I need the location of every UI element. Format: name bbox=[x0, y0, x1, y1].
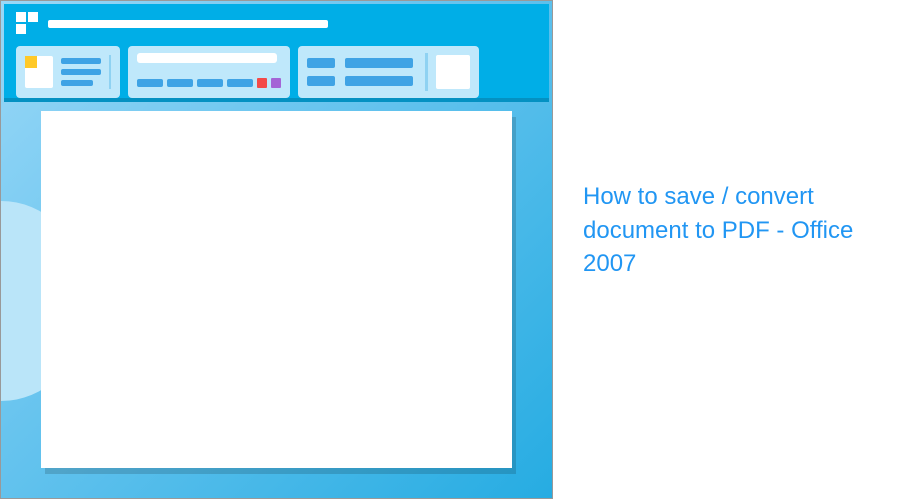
font-selector bbox=[137, 53, 277, 63]
ribbon-group-paragraph[interactable] bbox=[298, 46, 479, 98]
office-window-illustration bbox=[0, 0, 553, 499]
font-color-red-icon bbox=[257, 78, 267, 88]
office-start-button-icon[interactable] bbox=[16, 12, 40, 36]
article-text-column: How to save / convert document to PDF - … bbox=[553, 0, 915, 501]
window-title-placeholder bbox=[48, 20, 328, 28]
paragraph-dialog-icon bbox=[436, 55, 470, 89]
titlebar bbox=[4, 4, 549, 46]
article-title: How to save / convert document to PDF - … bbox=[583, 180, 885, 281]
new-document-icon bbox=[25, 56, 53, 88]
ribbon-group-clipboard[interactable] bbox=[16, 46, 120, 98]
ribbon-group-font[interactable] bbox=[128, 46, 290, 98]
font-color-purple-icon bbox=[271, 78, 281, 88]
app-ribbon-frame bbox=[4, 4, 549, 102]
ribbon bbox=[4, 46, 549, 108]
document-canvas bbox=[41, 111, 512, 468]
